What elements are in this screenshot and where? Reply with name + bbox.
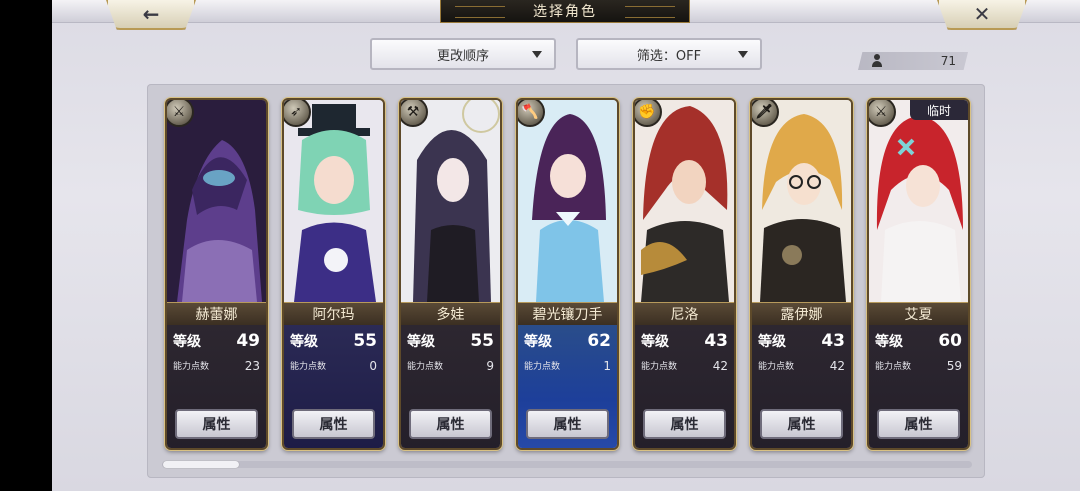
screen-title: 选择角色 <box>440 0 690 23</box>
level-label: 等级 <box>173 334 201 350</box>
attribute-button[interactable]: 属性 <box>526 409 609 439</box>
ability-points-value: 0 <box>369 359 377 373</box>
character-name: 多娃 <box>401 302 500 326</box>
character-name: 碧光镶刀手 <box>518 302 617 326</box>
level-label: 等级 <box>875 334 903 350</box>
level-label: 等级 <box>407 334 435 350</box>
ability-points-value: 9 <box>486 359 494 373</box>
close-button[interactable]: ✕ <box>937 0 1027 30</box>
ability-points-label: 能力点数 <box>758 362 795 372</box>
attribute-button[interactable]: 属性 <box>292 409 375 439</box>
attribute-button[interactable]: 属性 <box>409 409 492 439</box>
attribute-button[interactable]: 属性 <box>877 409 960 439</box>
character-card[interactable]: ➶ 阿尔玛 等级 55 能力点数 0 属性 <box>282 98 385 450</box>
character-portrait <box>401 100 500 302</box>
sort-order-dropdown[interactable]: 更改顺序 <box>370 38 556 70</box>
character-name: 尼洛 <box>635 302 734 326</box>
character-card[interactable]: ⚔ 临时 艾夏 等级 60 能力点数 59 属性 <box>867 98 970 450</box>
ability-points-value: 1 <box>603 359 611 373</box>
character-portrait <box>752 100 851 302</box>
ability-points-label: 能力点数 <box>173 362 210 372</box>
horizontal-scrollbar[interactable] <box>162 461 972 468</box>
level-label: 等级 <box>641 334 669 350</box>
chevron-down-icon <box>532 51 542 58</box>
back-button[interactable]: ← <box>106 0 196 30</box>
level-label: 等级 <box>290 334 318 350</box>
ability-points-label: 能力点数 <box>641 362 678 372</box>
character-name: 艾夏 <box>869 302 968 326</box>
level-label: 等级 <box>524 334 552 350</box>
level-value: 55 <box>353 331 377 351</box>
back-arrow-icon: ← <box>142 2 160 26</box>
character-card[interactable]: 🗡 露伊娜 等级 43 能力点数 42 属性 <box>750 98 853 450</box>
ability-points-label: 能力点数 <box>524 362 561 372</box>
ability-points-label: 能力点数 <box>407 362 444 372</box>
character-portrait <box>284 100 383 302</box>
person-icon <box>870 54 884 68</box>
character-portrait <box>869 100 968 302</box>
game-screen: ← 选择角色 ✕ 更改顺序 筛选：OFF 71 ⚔ 赫蕾娜 等级 49 能力点数 2… <box>52 0 1080 491</box>
attribute-button[interactable]: 属性 <box>175 409 258 439</box>
attribute-button[interactable]: 属性 <box>643 409 726 439</box>
level-value: 43 <box>821 331 845 351</box>
character-stats: 等级 49 能力点数 23 属性 <box>167 325 266 448</box>
level-value: 62 <box>587 331 611 351</box>
ability-points-value: 42 <box>829 359 845 373</box>
character-portrait <box>167 100 266 302</box>
character-stats: 等级 62 能力点数 1 属性 <box>518 325 617 448</box>
level-value: 49 <box>236 331 260 351</box>
character-stats: 等级 43 能力点数 42 属性 <box>635 325 734 448</box>
roster-counter: 71 <box>858 52 968 70</box>
scrollbar-thumb[interactable] <box>163 461 239 468</box>
ability-points-value: 23 <box>244 359 260 373</box>
character-card[interactable]: ⚒ 多娃 等级 55 能力点数 9 属性 <box>399 98 502 450</box>
chevron-down-icon <box>738 51 748 58</box>
character-stats: 等级 55 能力点数 9 属性 <box>401 325 500 448</box>
character-portrait <box>518 100 617 302</box>
character-portrait <box>635 100 734 302</box>
level-value: 43 <box>704 331 728 351</box>
filter-label: 筛选：OFF <box>636 48 702 64</box>
filter-dropdown[interactable]: 筛选：OFF <box>576 38 762 70</box>
ability-points-value: 42 <box>712 359 728 373</box>
character-name: 阿尔玛 <box>284 302 383 326</box>
level-value: 60 <box>938 331 962 351</box>
character-stats: 等级 43 能力点数 42 属性 <box>752 325 851 448</box>
ability-points-value: 59 <box>946 359 962 373</box>
character-stats: 等级 55 能力点数 0 属性 <box>284 325 383 448</box>
sort-order-label: 更改顺序 <box>436 48 489 64</box>
close-icon: ✕ <box>973 2 991 26</box>
attribute-button[interactable]: 属性 <box>760 409 843 439</box>
character-card[interactable]: 🪓 碧光镶刀手 等级 62 能力点数 1 属性 <box>516 98 619 450</box>
level-value: 55 <box>470 331 494 351</box>
character-name: 露伊娜 <box>752 302 851 326</box>
ability-points-label: 能力点数 <box>875 362 912 372</box>
character-name: 赫蕾娜 <box>167 302 266 326</box>
character-stats: 等级 60 能力点数 59 属性 <box>869 325 968 448</box>
level-label: 等级 <box>758 334 786 350</box>
roster-count: 71 <box>940 54 956 68</box>
temporary-badge: 临时 <box>910 100 968 120</box>
character-card[interactable]: ⚔ 赫蕾娜 等级 49 能力点数 23 属性 <box>165 98 268 450</box>
character-card[interactable]: ✊ 尼洛 等级 43 能力点数 42 属性 <box>633 98 736 450</box>
ability-points-label: 能力点数 <box>290 362 327 372</box>
